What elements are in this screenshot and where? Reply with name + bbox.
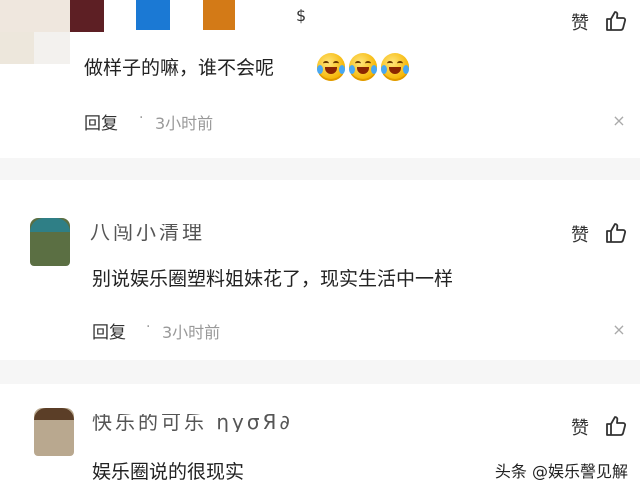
- like-label[interactable]: 赞: [571, 9, 589, 35]
- thumbs-up-icon[interactable]: [604, 9, 628, 33]
- reply-button[interactable]: 回复: [84, 109, 118, 134]
- username[interactable]: $: [296, 6, 309, 30]
- avatar[interactable]: [34, 408, 74, 456]
- laughing-crying-emoji-icon: [381, 53, 409, 81]
- comment-text: 娱乐圈说的很现实: [92, 461, 245, 483]
- separator-dot: ·: [139, 110, 144, 126]
- thumbs-up-icon[interactable]: [604, 221, 628, 245]
- reply-button[interactable]: 回复: [92, 318, 126, 343]
- username-image-block: [136, 0, 170, 30]
- comment-time: 3小时前: [162, 323, 221, 342]
- comment-text: 做样子的嘛，谁不会呢: [84, 57, 275, 79]
- watermark: 头条 @娱乐謦见解: [494, 462, 628, 481]
- comment-text: 别说娱乐圈塑料姐妹花了，现实生活中一样: [92, 268, 454, 290]
- close-icon[interactable]: ×: [611, 111, 627, 130]
- like-label[interactable]: 赞: [571, 221, 589, 247]
- avatar[interactable]: [30, 218, 70, 266]
- close-icon[interactable]: ×: [611, 320, 627, 339]
- thumbs-up-icon[interactable]: [604, 414, 628, 438]
- username-image-block: [203, 0, 235, 30]
- laughing-crying-emoji-icon: [317, 53, 345, 81]
- laughing-crying-emoji-icon: [349, 53, 377, 81]
- comment-time: 3小时前: [155, 114, 214, 133]
- like-label[interactable]: 赞: [571, 414, 589, 440]
- separator-dot: ·: [146, 319, 151, 335]
